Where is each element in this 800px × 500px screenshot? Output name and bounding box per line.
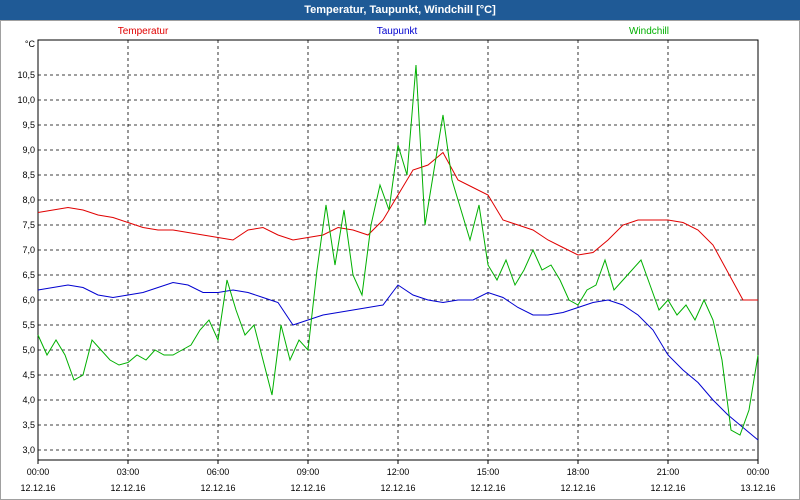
x-tick-date-label: 12.12.16 [20, 483, 55, 493]
x-tick-time-label: 00:00 [747, 467, 770, 477]
y-tick-label: 3,0 [22, 445, 35, 455]
y-tick-label: 9,5 [22, 120, 35, 130]
x-tick-date-label: 12.12.16 [110, 483, 145, 493]
chart-canvas: 3,0 3,5 4,0 4,5 5,0 5,5 6,0 6,5 7,0 7,5 8,0 8,5 9,0 9… [17, 26, 775, 493]
x-tick-time-label: 03:00 [117, 467, 140, 477]
x-tick-date-label: 12.12.16 [200, 483, 235, 493]
y-tick-label: 10,0 [17, 95, 35, 105]
y-tick-label: 4,5 [22, 370, 35, 380]
y-tick-label: 8,5 [22, 170, 35, 180]
y-tick-label: 3,5 [22, 420, 35, 430]
x-tick-time-label: 09:00 [297, 467, 320, 477]
x-tick-date-label: 12.12.16 [290, 483, 325, 493]
legend-item-taupunkt: Taupunkt [377, 26, 418, 37]
x-tick-date-label: 12.12.16 [560, 483, 595, 493]
y-tick-label: 6,0 [22, 295, 35, 305]
y-tick-label: 9,0 [22, 145, 35, 155]
x-tick-date-label: 12.12.16 [470, 483, 505, 493]
y-axis-unit-label: °C [25, 39, 36, 49]
y-tick-label: 8,0 [22, 195, 35, 205]
y-tick-label: 6,5 [22, 270, 35, 280]
x-tick-date-label: 12.12.16 [380, 483, 415, 493]
y-tick-label: 7,5 [22, 220, 35, 230]
y-tick-label: 4,0 [22, 395, 35, 405]
x-tick-date-label: 13.12.16 [740, 483, 775, 493]
y-tick-label: 5,5 [22, 320, 35, 330]
y-tick-label: 10,5 [17, 70, 35, 80]
x-tick-time-label: 15:00 [477, 467, 500, 477]
legend-item-windchill: Windchill [629, 26, 669, 37]
x-tick-date-label: 12.12.16 [650, 483, 685, 493]
x-tick-time-label: 18:00 [567, 467, 590, 477]
y-tick-label: 7,0 [22, 245, 35, 255]
x-tick-time-label: 06:00 [207, 467, 230, 477]
y-tick-label: 5,0 [22, 345, 35, 355]
x-tick-time-label: 12:00 [387, 467, 410, 477]
legend-item-temperatur: Temperatur [118, 26, 169, 37]
x-tick-time-label: 00:00 [27, 467, 50, 477]
x-tick-time-label: 21:00 [657, 467, 680, 477]
